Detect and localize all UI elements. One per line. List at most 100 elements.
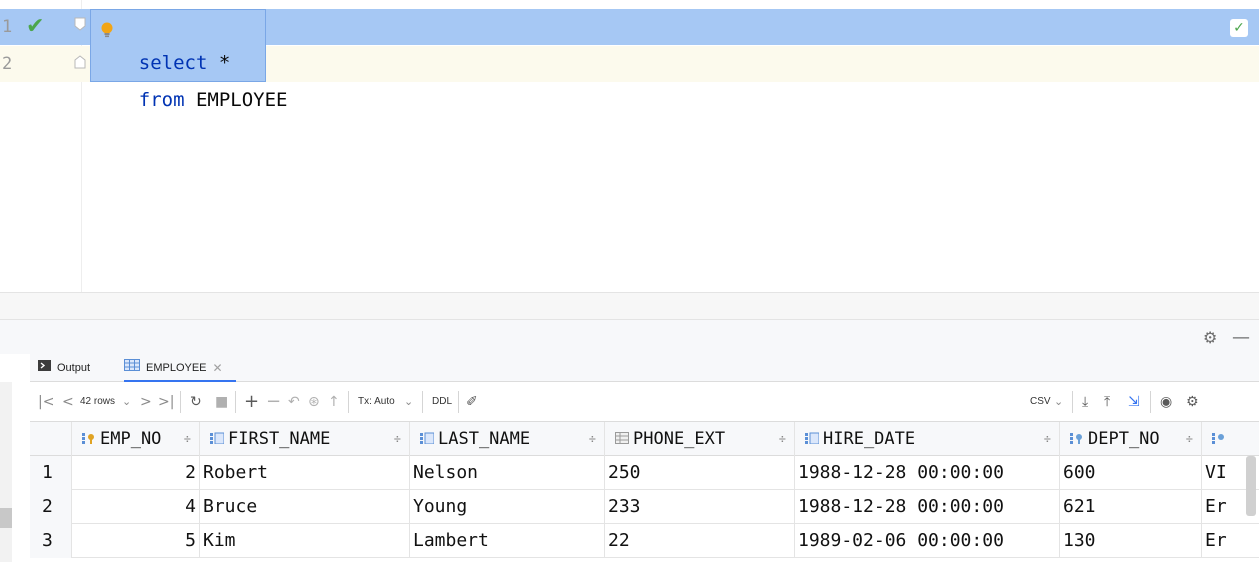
chevron-down-icon[interactable]: ⌄ bbox=[122, 382, 131, 422]
panel-splitter[interactable] bbox=[0, 292, 1259, 320]
result-tabs: Output EMPLOYEE ✕ bbox=[30, 354, 1259, 382]
column-header-emp-no[interactable]: EMP_NO ÷ bbox=[72, 422, 200, 456]
row-number[interactable]: 3 bbox=[30, 524, 72, 558]
result-toolbar: |< < 42 rows ⌄ > >| ↻ ■ + − ↶ ⊛ ↑ Tx: Au… bbox=[30, 382, 1259, 422]
column-header-phone-ext[interactable]: PHONE_EXT ÷ bbox=[605, 422, 795, 456]
cell-emp-no[interactable]: 5 bbox=[72, 524, 200, 558]
download-icon[interactable]: ⤓ bbox=[1082, 382, 1088, 422]
column-header-dept-no[interactable]: DEPT_NO ÷ bbox=[1060, 422, 1202, 456]
column-name: EMP_NO bbox=[100, 429, 162, 449]
inspection-ok-icon[interactable]: ✓ bbox=[1230, 19, 1248, 37]
sort-icon[interactable]: ÷ bbox=[589, 422, 596, 456]
cell-last-name[interactable]: Young bbox=[410, 490, 605, 524]
cell-dept-no[interactable]: 621 bbox=[1060, 490, 1202, 524]
toolbar-separator bbox=[348, 391, 349, 413]
column-header-last-name[interactable]: LAST_NAME ÷ bbox=[410, 422, 605, 456]
sql-keyword: from bbox=[138, 89, 185, 111]
table-row[interactable]: 1 2 Robert Nelson 250 1988-12-28 00:00:0… bbox=[30, 456, 1259, 490]
sort-icon[interactable]: ÷ bbox=[1044, 422, 1051, 456]
column-icon bbox=[805, 422, 820, 456]
column-header-next[interactable] bbox=[1202, 422, 1259, 456]
ddl-button[interactable]: DDL bbox=[432, 382, 452, 422]
sort-icon[interactable]: ÷ bbox=[394, 422, 401, 456]
submit-icon[interactable]: ↑ bbox=[328, 382, 340, 422]
cell-hire-date[interactable]: 1989-02-06 00:00:00 bbox=[795, 524, 1060, 558]
last-page-icon[interactable]: >| bbox=[158, 382, 174, 422]
cell-first-name[interactable]: Kim bbox=[200, 524, 410, 558]
chevron-down-icon[interactable]: ⌄ bbox=[404, 382, 413, 422]
preview-changes-icon[interactable]: ⊛ bbox=[308, 382, 320, 422]
minimize-icon[interactable]: — bbox=[1232, 329, 1250, 347]
column-header-hire-date[interactable]: HIRE_DATE ÷ bbox=[795, 422, 1060, 456]
column-name: PHONE_EXT bbox=[633, 429, 726, 449]
transaction-mode[interactable]: Tx: Auto bbox=[358, 382, 395, 422]
cell-dept-no[interactable]: 600 bbox=[1060, 456, 1202, 490]
settings-icon[interactable]: ⚙ bbox=[1186, 382, 1199, 422]
cell-first-name[interactable]: Bruce bbox=[200, 490, 410, 524]
column-name: LAST_NAME bbox=[438, 429, 531, 449]
grid-header: EMP_NO ÷ FIRST_NAME ÷ LAST_NAME ÷ PHONE_EXT… bbox=[30, 422, 1259, 456]
column-icon bbox=[1212, 422, 1226, 456]
cell-dept-no[interactable]: 130 bbox=[1060, 524, 1202, 558]
first-page-icon[interactable]: |< bbox=[38, 382, 54, 422]
row-number[interactable]: 2 bbox=[30, 490, 72, 524]
stop-icon[interactable]: ■ bbox=[215, 382, 228, 422]
line-number: 2 bbox=[2, 54, 13, 74]
table-row[interactable]: 2 4 Bruce Young 233 1988-12-28 00:00:00 … bbox=[30, 490, 1259, 524]
cell-phone-ext[interactable]: 233 bbox=[605, 490, 795, 524]
sql-editor[interactable]: 1 ✔ 2 select * from EMPLOYEE ✓ bbox=[0, 0, 1259, 292]
upload-icon[interactable]: ⤒ bbox=[1104, 382, 1110, 422]
check-icon: ✔ bbox=[26, 14, 45, 39]
column-icon bbox=[615, 422, 629, 456]
cell-last-name[interactable]: Nelson bbox=[410, 456, 605, 490]
delete-row-icon[interactable]: − bbox=[266, 382, 281, 422]
cell-last-name[interactable]: Lambert bbox=[410, 524, 605, 558]
sort-icon[interactable]: ÷ bbox=[184, 422, 191, 456]
cell-hire-date[interactable]: 1988-12-28 00:00:00 bbox=[795, 456, 1060, 490]
column-name: HIRE_DATE bbox=[823, 429, 916, 449]
result-grid[interactable]: EMP_NO ÷ FIRST_NAME ÷ LAST_NAME ÷ PHONE_EXT… bbox=[30, 422, 1259, 562]
row-number[interactable]: 1 bbox=[30, 456, 72, 490]
compare-icon[interactable]: ⇲ bbox=[1128, 382, 1140, 422]
cell-emp-no[interactable]: 2 bbox=[72, 456, 200, 490]
sort-icon[interactable]: ÷ bbox=[1186, 422, 1193, 456]
row-number-header bbox=[30, 422, 72, 456]
tab-employee[interactable]: EMPLOYEE ✕ bbox=[124, 354, 236, 382]
toolbar-separator bbox=[235, 391, 236, 413]
services-panel-header bbox=[0, 320, 1259, 354]
next-page-icon[interactable]: > bbox=[140, 382, 152, 422]
cell-phone-ext[interactable]: 22 bbox=[605, 524, 795, 558]
gear-icon[interactable]: ⚙ bbox=[1203, 330, 1219, 346]
column-header-first-name[interactable]: FIRST_NAME ÷ bbox=[200, 422, 410, 456]
cell-emp-no[interactable]: 4 bbox=[72, 490, 200, 524]
cell-hire-date[interactable]: 1988-12-28 00:00:00 bbox=[795, 490, 1060, 524]
fold-start-icon[interactable] bbox=[74, 17, 86, 31]
chevron-down-icon[interactable]: ⌄ bbox=[1054, 382, 1063, 422]
cell-next[interactable]: Er bbox=[1202, 524, 1259, 558]
column-icon bbox=[210, 422, 225, 456]
rows-count[interactable]: 42 rows bbox=[80, 382, 115, 422]
close-icon[interactable]: ✕ bbox=[213, 354, 223, 382]
primary-key-column-icon bbox=[82, 422, 96, 456]
lightbulb-icon[interactable] bbox=[100, 21, 114, 39]
export-format[interactable]: CSV bbox=[1030, 382, 1051, 422]
sort-icon[interactable]: ÷ bbox=[779, 422, 786, 456]
cell-phone-ext[interactable]: 250 bbox=[605, 456, 795, 490]
toolbar-separator bbox=[422, 391, 423, 413]
column-name: FIRST_NAME bbox=[228, 429, 331, 449]
code-line-2[interactable]: from EMPLOYEE bbox=[93, 46, 288, 111]
cell-first-name[interactable]: Robert bbox=[200, 456, 410, 490]
left-strip-handle[interactable] bbox=[0, 508, 12, 528]
revert-icon[interactable]: ↶ bbox=[288, 382, 300, 422]
previous-page-icon[interactable]: < bbox=[62, 382, 74, 422]
refresh-icon[interactable]: ↻ bbox=[190, 382, 202, 422]
add-row-icon[interactable]: + bbox=[244, 382, 259, 422]
console-icon bbox=[38, 354, 51, 382]
pin-icon[interactable]: ✐ bbox=[466, 382, 478, 422]
vertical-scrollbar[interactable] bbox=[1246, 456, 1256, 516]
tab-label: Output bbox=[57, 362, 91, 375]
table-row[interactable]: 3 5 Kim Lambert 22 1989-02-06 00:00:00 1… bbox=[30, 524, 1259, 558]
fold-end-icon[interactable] bbox=[74, 55, 86, 69]
view-icon[interactable]: ◉ bbox=[1160, 382, 1172, 422]
tab-output[interactable]: Output bbox=[38, 354, 118, 382]
